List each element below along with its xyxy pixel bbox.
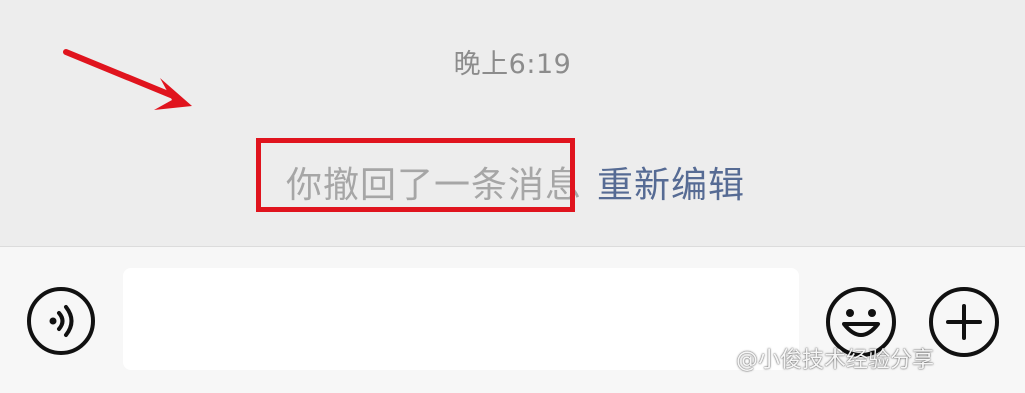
reedit-link[interactable]: 重新编辑 xyxy=(597,156,745,208)
chat-area: 晚上6:19 你撤回了一条消息 重新编辑 xyxy=(0,0,1025,246)
message-input[interactable] xyxy=(123,268,799,370)
annotation-arrow-icon xyxy=(63,49,192,110)
voice-icon[interactable] xyxy=(26,286,96,356)
plus-circle-icon[interactable] xyxy=(928,286,1000,358)
watermark-text: @小俊技术经验分享 xyxy=(736,348,935,373)
annotation-highlight-box xyxy=(256,138,575,212)
